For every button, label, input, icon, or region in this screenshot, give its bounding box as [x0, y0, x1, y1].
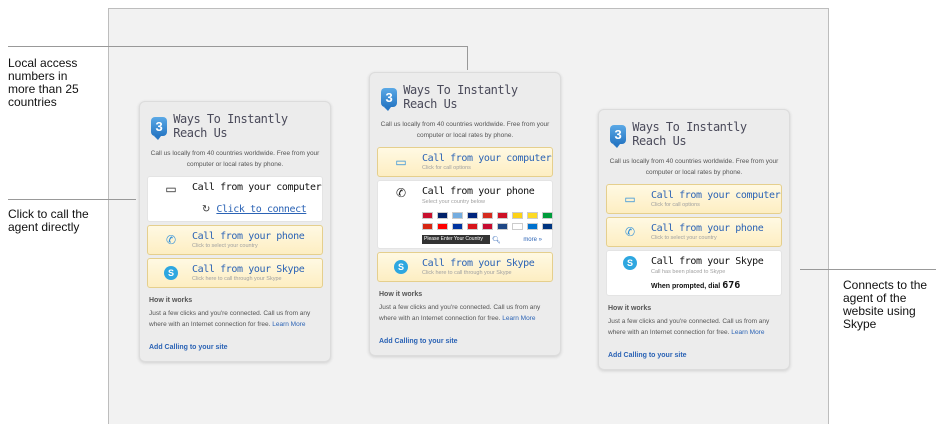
country-flag-icon[interactable]: [497, 212, 508, 219]
country-flag-icon[interactable]: [482, 212, 493, 219]
country-flags: [422, 212, 553, 230]
computer-icon: ▭: [165, 182, 177, 196]
option-phone-title: Call from your phone: [192, 230, 305, 242]
phone-icon: ✆: [395, 186, 407, 200]
option-skype-expanded[interactable]: S Call from your Skype Call has been pla…: [606, 250, 782, 296]
how-it-works-text: Just a few clicks and you're connected. …: [608, 318, 770, 336]
widget-header: 3 Ways To Instantly Reach Us: [147, 112, 323, 140]
annotation-click-to-call: Click to call the agent directly: [8, 207, 89, 234]
country-flag-icon[interactable]: [437, 223, 448, 230]
option-phone-title: Call from your phone: [651, 222, 764, 234]
widget-phone-call: 3 Ways To Instantly Reach Us Call us loc…: [369, 72, 561, 356]
number-badge-icon: 3: [381, 87, 398, 111]
country-flag-icon[interactable]: [467, 223, 478, 230]
option-phone-sub: Select your country below: [422, 199, 485, 205]
widget-skype-call: 3 Ways To Instantly Reach Us Call us loc…: [598, 109, 790, 370]
dial-number: 676: [722, 280, 741, 291]
refresh-icon: ↻: [202, 204, 211, 215]
add-calling-link[interactable]: Add Calling to your site: [149, 344, 321, 351]
skype-icon: S: [623, 256, 637, 270]
country-input[interactable]: Please Enter Your Country: [422, 235, 490, 244]
option-computer-title: Call from your computer: [192, 182, 322, 193]
country-flag-icon[interactable]: [542, 212, 553, 219]
page: Local access numbers in more than 25 cou…: [0, 0, 936, 424]
widget-subtitle: Call us locally from 40 countries worldw…: [380, 121, 550, 139]
option-computer-expanded[interactable]: ▭ Call from your computer ↻ Click to con…: [147, 176, 323, 222]
number-badge-icon: 3: [610, 124, 627, 148]
widget-title: Ways To Instantly Reach Us: [632, 120, 747, 148]
phone-icon: ✆: [165, 233, 177, 247]
country-flag-icon[interactable]: [512, 223, 523, 230]
country-flag-icon[interactable]: [467, 212, 478, 219]
annotation-line-skype: [800, 269, 936, 270]
option-phone[interactable]: ✆ Call from your phone Click to select y…: [147, 225, 323, 255]
widget-subtitle: Call us locally from 40 countries worldw…: [609, 158, 779, 176]
how-it-works-title: How it works: [608, 305, 652, 312]
option-phone-sub: Click to select your country: [192, 242, 258, 249]
option-skype-title: Call from your Skype: [422, 257, 535, 269]
computer-icon: ▭: [624, 192, 636, 206]
country-flag-icon[interactable]: [527, 223, 538, 230]
dial-instruction: When prompted, dial 676: [651, 280, 741, 291]
widget-header: 3 Ways To Instantly Reach Us: [606, 120, 782, 148]
country-flag-icon[interactable]: [422, 223, 433, 230]
widget-title: Ways To Instantly Reach Us: [403, 83, 518, 111]
how-it-works-text: Just a few clicks and you're connected. …: [149, 310, 311, 328]
option-phone[interactable]: ✆ Call from your phone Click to select y…: [606, 217, 782, 247]
country-flag-icon[interactable]: [512, 212, 523, 219]
annotation-line-call: [8, 199, 136, 200]
option-computer-sub: Click for call options: [651, 201, 700, 208]
option-phone-expanded[interactable]: ✆ Call from your phone Select your count…: [377, 180, 553, 249]
how-it-works-title: How it works: [379, 291, 423, 298]
option-skype[interactable]: S Call from your Skype Click here to cal…: [147, 258, 323, 288]
learn-more-link[interactable]: Learn More: [731, 329, 764, 336]
skype-icon: S: [394, 260, 408, 274]
click-to-connect-link[interactable]: Click to connect: [216, 204, 306, 215]
country-flag-icon[interactable]: [452, 212, 463, 219]
option-computer-title: Call from your computer: [651, 189, 781, 201]
country-flag-icon[interactable]: [452, 223, 463, 230]
option-computer[interactable]: ▭ Call from your computer Click for call…: [377, 147, 553, 177]
option-computer-sub: Click for call options: [422, 164, 471, 171]
option-phone-sub: Click to select your country: [651, 234, 717, 241]
widget-title: Ways To Instantly Reach Us: [173, 112, 288, 140]
option-computer-title: Call from your computer: [422, 152, 552, 164]
skype-placed-text: Call has been placed to Skype: [651, 269, 726, 275]
widget-subtitle: Call us locally from 40 countries worldw…: [150, 150, 320, 168]
how-it-works-title: How it works: [149, 297, 193, 304]
country-flag-icon[interactable]: [542, 223, 553, 230]
add-calling-link[interactable]: Add Calling to your site: [379, 338, 551, 345]
country-flag-icon[interactable]: [497, 223, 508, 230]
annotation-line-local-down: [467, 46, 468, 70]
search-icon[interactable]: 🔍︎: [492, 236, 501, 244]
learn-more-link[interactable]: Learn More: [502, 315, 535, 322]
how-it-works-text: Just a few clicks and you're connected. …: [379, 304, 541, 322]
number-badge-icon: 3: [151, 116, 168, 140]
option-phone-title: Call from your phone: [422, 186, 535, 197]
annotation-local-access: Local access numbers in more than 25 cou…: [8, 56, 79, 109]
country-flag-icon[interactable]: [527, 212, 538, 219]
option-skype-sub: Click here to call through your Skype: [192, 275, 282, 282]
country-flag-icon[interactable]: [482, 223, 493, 230]
option-skype[interactable]: S Call from your Skype Click here to cal…: [377, 252, 553, 282]
option-computer[interactable]: ▭ Call from your computer Click for call…: [606, 184, 782, 214]
computer-icon: ▭: [395, 155, 407, 169]
country-flag-icon[interactable]: [422, 212, 433, 219]
country-flag-icon[interactable]: [437, 212, 448, 219]
option-skype-title: Call from your Skype: [192, 263, 305, 275]
more-countries-link[interactable]: more »: [523, 237, 542, 243]
option-skype-sub: Click here to call through your Skype: [422, 269, 512, 276]
skype-icon: S: [164, 266, 178, 280]
add-calling-link[interactable]: Add Calling to your site: [608, 352, 780, 359]
widget-header: 3 Ways To Instantly Reach Us: [377, 83, 553, 111]
learn-more-link[interactable]: Learn More: [272, 321, 305, 328]
annotation-connects-skype: Connects to the agent of the website usi…: [843, 278, 928, 331]
widget-computer-call: 3 Ways To Instantly Reach Us Call us loc…: [139, 101, 331, 362]
annotation-line-local: [8, 46, 468, 47]
phone-icon: ✆: [624, 225, 636, 239]
option-skype-title: Call from your Skype: [651, 256, 764, 267]
